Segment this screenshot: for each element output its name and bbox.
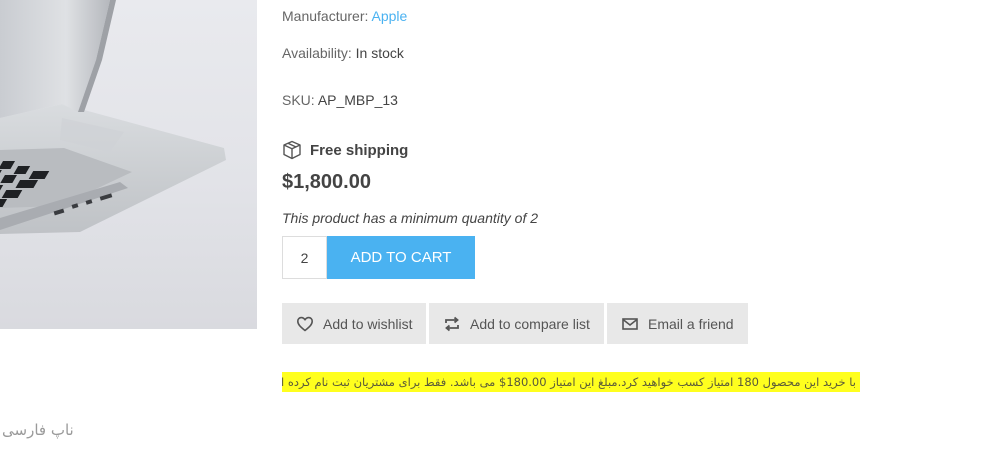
availability-row: Availability: In stock	[282, 45, 404, 61]
email-a-friend-button[interactable]: Email a friend	[607, 303, 748, 344]
add-to-compare-button[interactable]: Add to compare list	[429, 303, 604, 344]
manufacturer-label: Manufacturer:	[282, 8, 369, 24]
manufacturer-row: Manufacturer: Apple	[282, 8, 407, 24]
add-to-wishlist-label: Add to wishlist	[323, 315, 413, 332]
watermark-text: ناپ فارسی	[2, 421, 74, 439]
sku-label: SKU:	[282, 92, 315, 108]
compare-arrows-icon	[443, 315, 461, 333]
free-shipping: Free shipping	[282, 139, 408, 161]
add-to-cart-button[interactable]: ADD TO CART	[327, 236, 475, 279]
heart-icon	[296, 315, 314, 333]
sku-value: AP_MBP_13	[317, 92, 398, 108]
add-to-compare-label: Add to compare list	[470, 315, 590, 332]
free-shipping-label: Free shipping	[310, 141, 409, 159]
product-price: $1,800.00	[282, 171, 371, 193]
laptop-image	[0, 0, 226, 234]
product-image[interactable]	[0, 0, 257, 329]
add-to-wishlist-button[interactable]: Add to wishlist	[282, 303, 426, 344]
envelope-icon	[621, 315, 639, 333]
package-box-icon	[282, 140, 302, 160]
availability-label: Availability:	[282, 45, 352, 61]
minimum-quantity-note: This product has a minimum quantity of 2	[282, 210, 539, 226]
availability-value: In stock	[355, 45, 404, 61]
email-a-friend-label: Email a friend	[648, 315, 734, 332]
reward-points-note: با خرید این محصول 180 امتیاز کسب خواهید …	[282, 372, 860, 392]
manufacturer-link[interactable]: Apple	[372, 8, 408, 24]
sku-row: SKU: AP_MBP_13	[282, 92, 398, 108]
quantity-input[interactable]	[282, 236, 327, 279]
